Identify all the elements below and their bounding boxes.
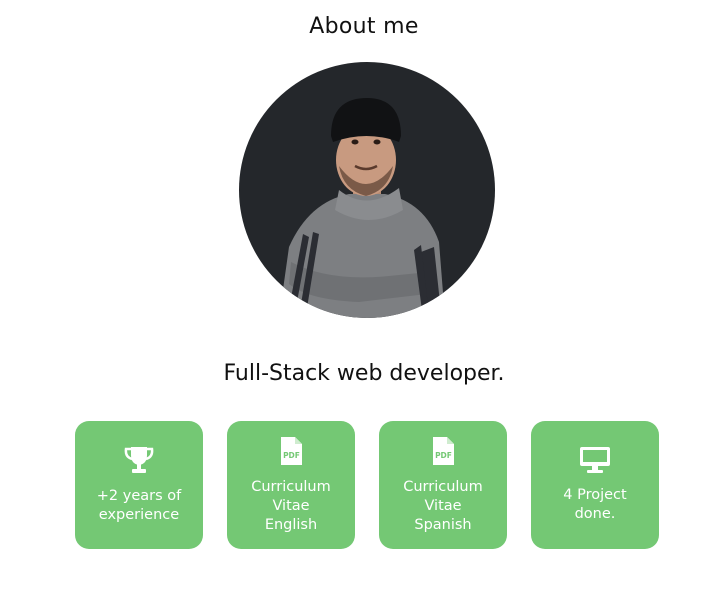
monitor-icon — [579, 446, 611, 478]
section-title: About me — [309, 14, 419, 39]
job-headline: Full-Stack web developer. — [223, 361, 505, 386]
experience-card[interactable]: +2 years of experience — [75, 421, 203, 549]
person-illustration — [279, 98, 445, 318]
pdf-icon: PDF — [431, 436, 455, 470]
experience-label: +2 years of experience — [96, 488, 182, 523]
cv-english-card[interactable]: PDF Curriculum Vitae English — [227, 421, 355, 549]
projects-card[interactable]: 4 Project done. — [531, 421, 659, 549]
svg-text:PDF: PDF — [435, 451, 452, 460]
pdf-icon: PDF — [279, 436, 303, 470]
trophy-icon — [123, 445, 155, 479]
cv-spanish-card[interactable]: PDF Curriculum Vitae Spanish — [379, 421, 507, 549]
svg-text:PDF: PDF — [283, 451, 300, 460]
profile-photo — [239, 62, 495, 318]
stats-cards: +2 years of experience PDF Curriculum Vi… — [75, 421, 659, 549]
projects-label: 4 Project done. — [563, 487, 627, 522]
cv-spanish-label: Curriculum Vitae Spanish — [403, 478, 483, 533]
cv-english-label: Curriculum Vitae English — [251, 478, 331, 533]
